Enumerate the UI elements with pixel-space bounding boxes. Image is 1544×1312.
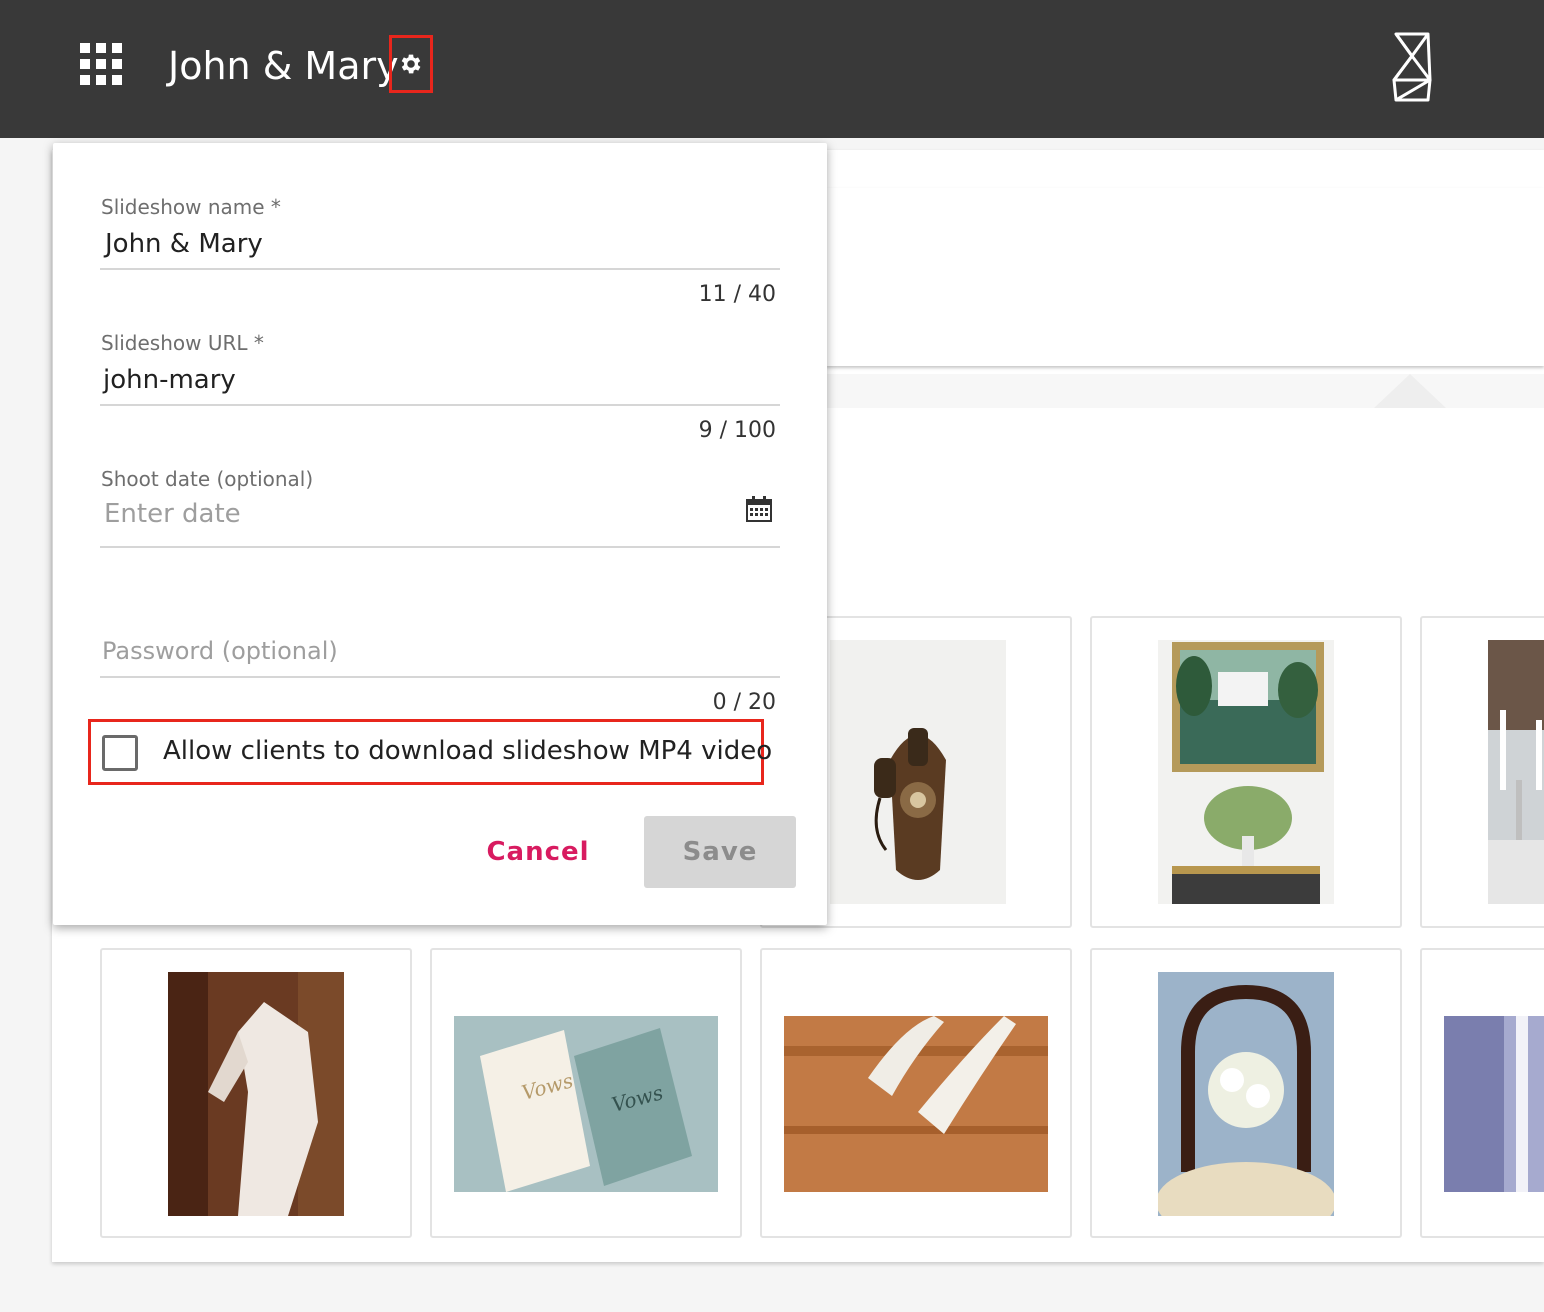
shoot-date-input[interactable]: Enter date <box>104 499 241 529</box>
shoot-date-label: Shoot date (optional) <box>101 467 314 491</box>
hourglass-logo-icon[interactable] <box>1390 32 1434 102</box>
settings-button[interactable] <box>389 35 433 93</box>
photo-tile[interactable] <box>1090 616 1402 928</box>
photo-tile[interactable] <box>760 948 1072 1238</box>
slideshow-name-label: Slideshow name * <box>101 195 281 219</box>
photo-tile[interactable] <box>100 948 412 1238</box>
download-video-label[interactable]: Allow clients to download slideshow MP4 … <box>163 736 772 766</box>
photo-tile[interactable] <box>1420 948 1544 1238</box>
photo-tile[interactable]: Vows Vows <box>430 948 742 1238</box>
painting-flowers-photo <box>1158 640 1334 904</box>
slideshow-url-counter: 9 / 100 <box>698 418 776 443</box>
download-video-checkbox[interactable] <box>102 735 138 771</box>
telephone-photo <box>830 640 1006 904</box>
calendar-icon[interactable] <box>745 495 773 523</box>
slideshow-url-input[interactable]: john-mary <box>103 365 236 395</box>
vows-booklets-photo: Vows Vows <box>454 1016 718 1192</box>
cancel-button[interactable]: Cancel <box>470 816 606 888</box>
password-input[interactable]: Password (optional) <box>102 637 338 665</box>
bouquet-chair-photo <box>1158 972 1334 1216</box>
slideshow-name-input[interactable]: John & Mary <box>105 229 263 259</box>
slideshow-name-underline <box>100 268 780 270</box>
password-counter: 0 / 20 <box>712 690 776 715</box>
slideshow-settings-dialog: Slideshow name * John & Mary 11 / 40 Sli… <box>53 143 827 925</box>
shoot-date-underline <box>100 546 780 548</box>
slideshow-url-underline <box>100 404 780 406</box>
gear-icon <box>401 54 421 74</box>
top-app-bar: John & Mary <box>0 0 1544 138</box>
password-underline <box>100 676 780 678</box>
slideshow-name-counter: 11 / 40 <box>698 282 776 307</box>
panel-pointer <box>1374 374 1446 408</box>
photo-tile[interactable] <box>1420 616 1544 928</box>
candelabra-photo <box>1488 640 1544 904</box>
slideshow-title: John & Mary <box>168 44 399 88</box>
apps-grid-icon[interactable] <box>80 43 124 87</box>
slideshow-url-label: Slideshow URL * <box>101 331 264 355</box>
download-video-option[interactable]: Allow clients to download slideshow MP4 … <box>88 719 772 785</box>
bridal-shoes-photo <box>784 1016 1048 1192</box>
save-button[interactable]: Save <box>644 816 796 888</box>
window-light-photo <box>1444 1016 1544 1192</box>
lace-dress-photo <box>168 972 344 1216</box>
settings-panel <box>826 188 1544 366</box>
photo-tile[interactable] <box>1090 948 1402 1238</box>
